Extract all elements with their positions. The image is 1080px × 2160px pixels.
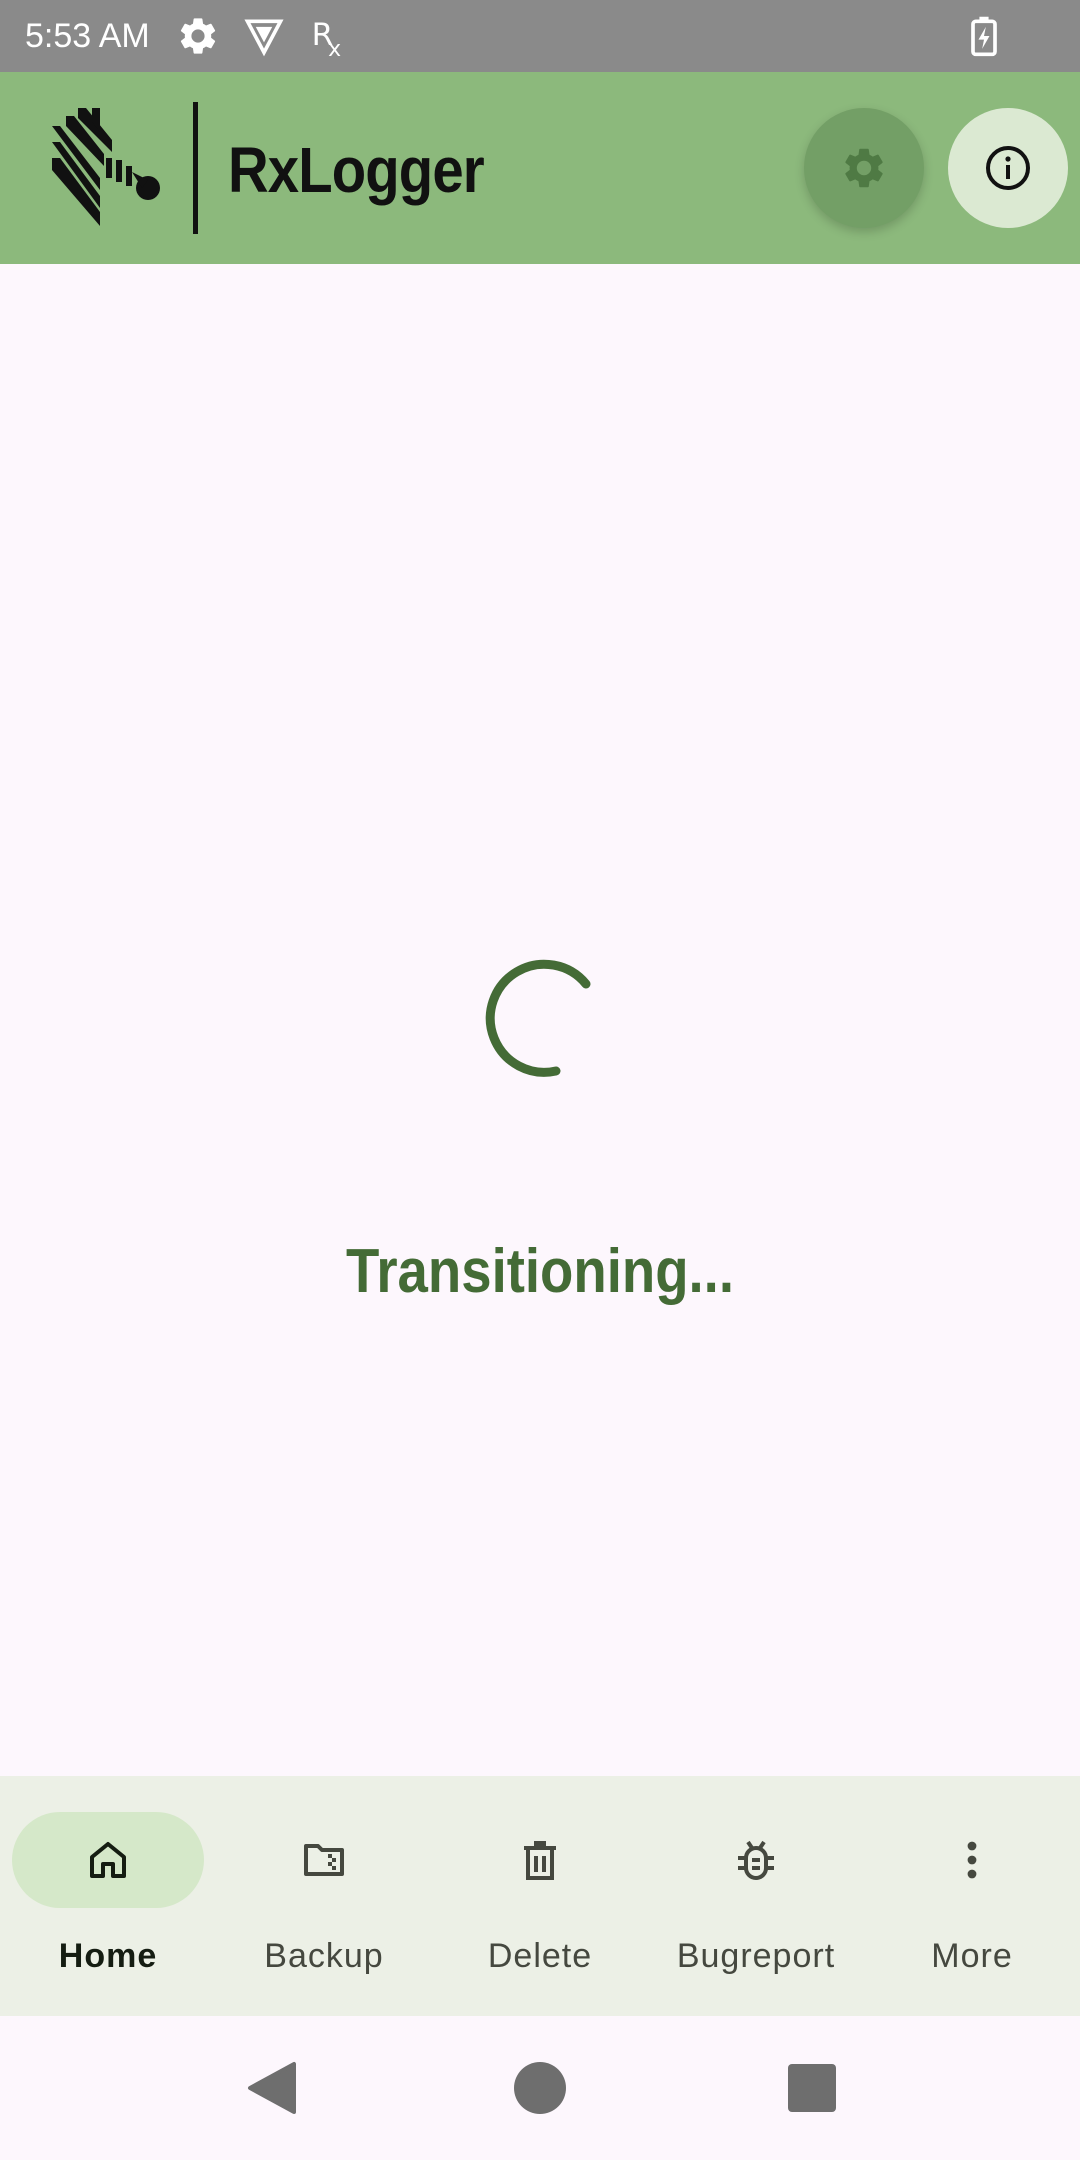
app-bar: RxLogger: [0, 72, 1080, 264]
system-nav-bar: [0, 2016, 1080, 2160]
progress-spinner: [485, 959, 591, 1077]
info-icon: [986, 146, 1030, 190]
status-bar: 5:53 AM R x: [0, 0, 1080, 72]
nav-label-home: Home: [58, 1937, 158, 1975]
nav-label-bugreport: Bugreport: [676, 1937, 836, 1975]
zebra-logo-icon: [52, 108, 160, 226]
info-button[interactable]: [948, 108, 1068, 228]
bug-icon: [738, 1840, 774, 1880]
settings-icon: [845, 148, 883, 188]
nav-item-home[interactable]: Home: [0, 1776, 216, 2016]
nav-item-backup[interactable]: Backup: [216, 1776, 432, 2016]
folder-zip-icon: [304, 1844, 344, 1876]
nav-item-delete[interactable]: Delete: [432, 1776, 648, 2016]
nav-label-backup: Backup: [264, 1937, 384, 1975]
logo-divider: [193, 102, 198, 234]
status-time: 5:53 AM: [25, 17, 150, 55]
loading-text: Transitioning...: [346, 1237, 734, 1306]
more-vert-icon: [967, 1841, 977, 1879]
home-icon: [90, 1842, 126, 1878]
trash-icon: [524, 1841, 556, 1880]
rx-icon: R x: [312, 17, 342, 58]
settings-button[interactable]: [804, 108, 924, 228]
settings-icon: [180, 18, 216, 54]
nav-item-bugreport[interactable]: Bugreport: [648, 1776, 864, 2016]
recents-icon[interactable]: [784, 2060, 840, 2116]
battery-charging-icon: [971, 16, 997, 57]
vpn-shield-icon: [244, 19, 284, 57]
bottom-nav: Home Backup Delete Bugreport More: [0, 1776, 1080, 2016]
nav-label-more: More: [931, 1937, 1013, 1975]
back-icon[interactable]: [244, 2060, 300, 2116]
svg-text:x: x: [328, 37, 341, 58]
nav-item-more[interactable]: More: [864, 1776, 1080, 2016]
home-circle-icon[interactable]: [512, 2060, 568, 2116]
nav-label-delete: Delete: [487, 1937, 593, 1975]
app-title: RxLogger: [228, 134, 485, 206]
